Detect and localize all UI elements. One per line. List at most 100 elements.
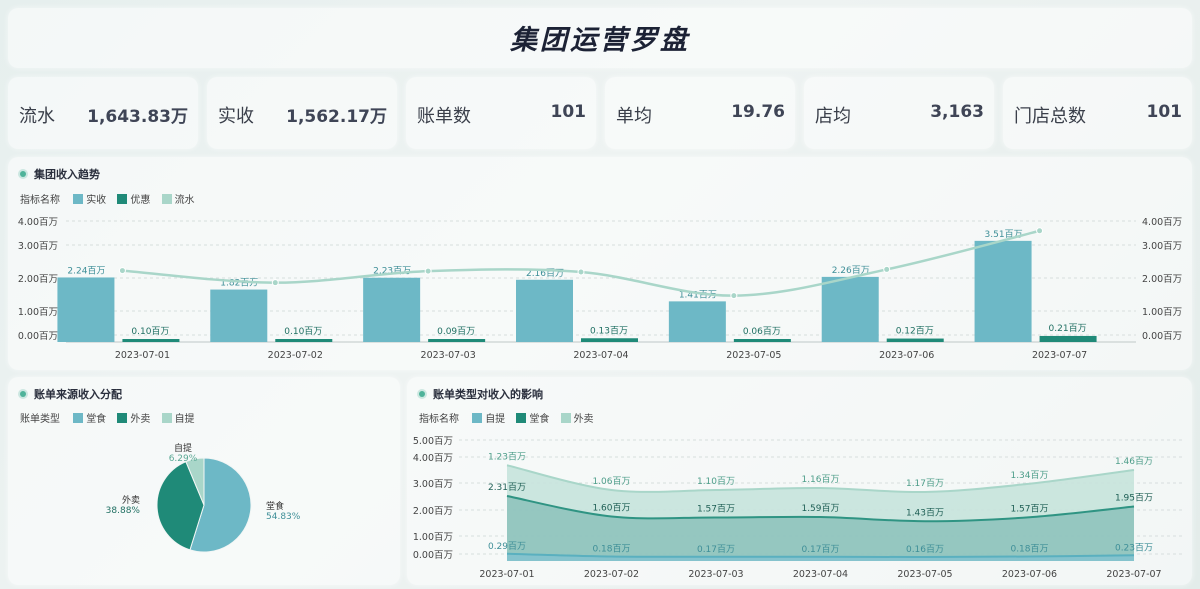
kpi-value: 19.76 <box>731 102 785 122</box>
x-tick-label: 2023-07-02 <box>268 350 323 361</box>
area-data-label: 1.95百万 <box>1115 493 1153 504</box>
y2-tick-label: 3.00百万 <box>1142 241 1182 252</box>
y-tick-label: 3.00百万 <box>18 241 58 252</box>
bar-data-label: 0.10百万 <box>284 326 322 337</box>
y-tick-label: 2.00百万 <box>413 506 453 517</box>
area-data-label: 1.17百万 <box>906 478 944 489</box>
pie-label-name: 自提 <box>174 442 192 454</box>
bar-discount <box>122 339 180 342</box>
area-data-label: 0.18百万 <box>1010 544 1048 555</box>
pie-label-value: 54.83% <box>266 512 301 522</box>
bar-data-label: 3.51百万 <box>985 229 1023 240</box>
y-tick-label: 0.00百万 <box>413 550 453 561</box>
x-tick-label: 2023-07-04 <box>793 569 848 580</box>
y-tick-label: 3.00百万 <box>413 479 453 490</box>
area-data-label: 1.59百万 <box>801 503 839 514</box>
y2-tick-label: 2.00百万 <box>1142 274 1182 285</box>
kpi-card-store-avg: 店均 3,163 <box>804 77 994 149</box>
bar-data-label: 0.12百万 <box>896 326 934 337</box>
line-point <box>118 267 126 275</box>
area-data-label: 1.34百万 <box>1010 470 1048 481</box>
line-point <box>577 268 585 276</box>
kpi-label: 流水 <box>19 106 55 127</box>
kpi-value: 1,562.17万 <box>286 107 387 127</box>
y-tick-label: 1.00百万 <box>413 532 453 543</box>
bar-discount <box>886 338 944 342</box>
kpi-card-received: 实收 1,562.17万 <box>207 77 397 149</box>
area-panel: 账单类型对收入的影响 指标名称 自提 堂食 外卖 5.00百万 4.00百万 3.0… <box>407 377 1192 585</box>
bar-received <box>974 240 1032 342</box>
pie-label-value: 38.88% <box>106 506 141 516</box>
area-data-label: 1.60百万 <box>592 503 630 514</box>
bar-discount <box>1039 335 1097 342</box>
kpi-value: 3,163 <box>930 102 984 122</box>
area-data-label: 1.57百万 <box>697 504 735 515</box>
page-title: 集团运营罗盘 <box>510 25 690 56</box>
area-data-label: 1.16百万 <box>801 474 839 485</box>
bar-data-label: 0.10百万 <box>131 326 169 337</box>
kpi-card-bill-count: 账单数 101 <box>406 77 596 149</box>
y-tick-label: 2.00百万 <box>18 274 58 285</box>
line-point <box>883 265 891 273</box>
area-data-label: 1.06百万 <box>592 476 630 487</box>
area-data-label: 2.31百万 <box>488 482 526 493</box>
kpi-label: 实收 <box>218 106 254 127</box>
area-chart: 5.00百万 4.00百万 3.00百万 2.00百万 1.00百万 0.00百万 1.23… <box>413 436 1182 580</box>
bar-received <box>668 301 726 342</box>
bar-discount <box>275 339 333 342</box>
area-data-label: 0.16百万 <box>906 544 944 555</box>
x-tick-label: 2023-07-05 <box>897 569 952 580</box>
kpi-value: 101 <box>1146 102 1183 122</box>
title-bar: 集团运营罗盘 <box>8 8 1192 68</box>
bar-received <box>57 277 115 342</box>
trend-chart: 4.00百万 4.00百万 3.00百万 3.00百万 2.00百万 2.00百万 1.00… <box>18 217 1182 361</box>
kpi-value: 101 <box>550 102 587 122</box>
line-flow <box>122 229 1040 297</box>
bar-data-label: 0.06百万 <box>743 326 781 337</box>
kpi-label: 门店总数 <box>1014 106 1086 127</box>
x-tick-label: 2023-07-03 <box>688 569 743 580</box>
bar-discount <box>581 338 638 342</box>
y2-tick-label: 4.00百万 <box>1142 217 1182 228</box>
line-point <box>424 267 432 275</box>
y-tick-label: 1.00百万 <box>18 307 58 318</box>
y-tick-label: 4.00百万 <box>18 217 58 228</box>
kpi-card-store-total: 门店总数 101 <box>1003 77 1192 149</box>
trend-panel: 集团收入趋势 指标名称 实收 优惠 流水 4.00百万 4.00百万 3.00百万 3… <box>8 157 1192 370</box>
line-point <box>730 292 738 300</box>
pie-panel: 账单来源收入分配 账单类型 堂食 外卖 自提 堂食 54.83% 外卖 38.88% 自… <box>8 377 400 585</box>
pie-label-name: 堂食 <box>266 500 284 512</box>
area-data-label: 0.23百万 <box>1115 542 1153 553</box>
kpi-label: 账单数 <box>417 106 471 127</box>
area-data-label: 1.43百万 <box>906 507 944 518</box>
kpi-value: 1,643.83万 <box>87 107 188 127</box>
y2-tick-label: 0.00百万 <box>1142 331 1182 342</box>
x-tick-label: 2023-07-04 <box>573 350 628 361</box>
y2-tick-label: 1.00百万 <box>1142 307 1182 318</box>
pie-label-value: 6.29% <box>169 454 198 464</box>
bar-data-label: 2.24百万 <box>67 265 105 276</box>
area-data-label: 1.10百万 <box>697 476 735 487</box>
x-tick-label: 2023-07-05 <box>726 350 781 361</box>
line-point <box>271 279 279 287</box>
x-tick-label: 2023-07-07 <box>1032 350 1087 361</box>
bar-received <box>821 276 879 342</box>
kpi-card-flow: 流水 1,643.83万 <box>8 77 198 149</box>
x-tick-label: 2023-07-06 <box>879 350 934 361</box>
x-tick-label: 2023-07-07 <box>1106 569 1161 580</box>
bar-received <box>363 277 421 342</box>
area-data-label: 0.17百万 <box>697 544 735 555</box>
x-tick-label: 2023-07-01 <box>115 350 170 361</box>
pie-label-name: 外卖 <box>122 494 140 506</box>
bar-received <box>210 289 268 342</box>
y-tick-label: 0.00百万 <box>18 331 58 342</box>
bar-received <box>516 279 573 342</box>
bar-data-label: 0.21百万 <box>1049 323 1087 334</box>
y-tick-label: 5.00百万 <box>413 436 453 447</box>
line-point <box>1036 227 1044 235</box>
area-data-label: 0.17百万 <box>801 544 839 555</box>
pie-chart: 堂食54.83% 外卖38.88% 自提6.29% <box>106 442 301 553</box>
kpi-label: 单均 <box>616 106 652 127</box>
area-data-label: 0.18百万 <box>592 544 630 555</box>
x-tick-label: 2023-07-02 <box>584 569 639 580</box>
